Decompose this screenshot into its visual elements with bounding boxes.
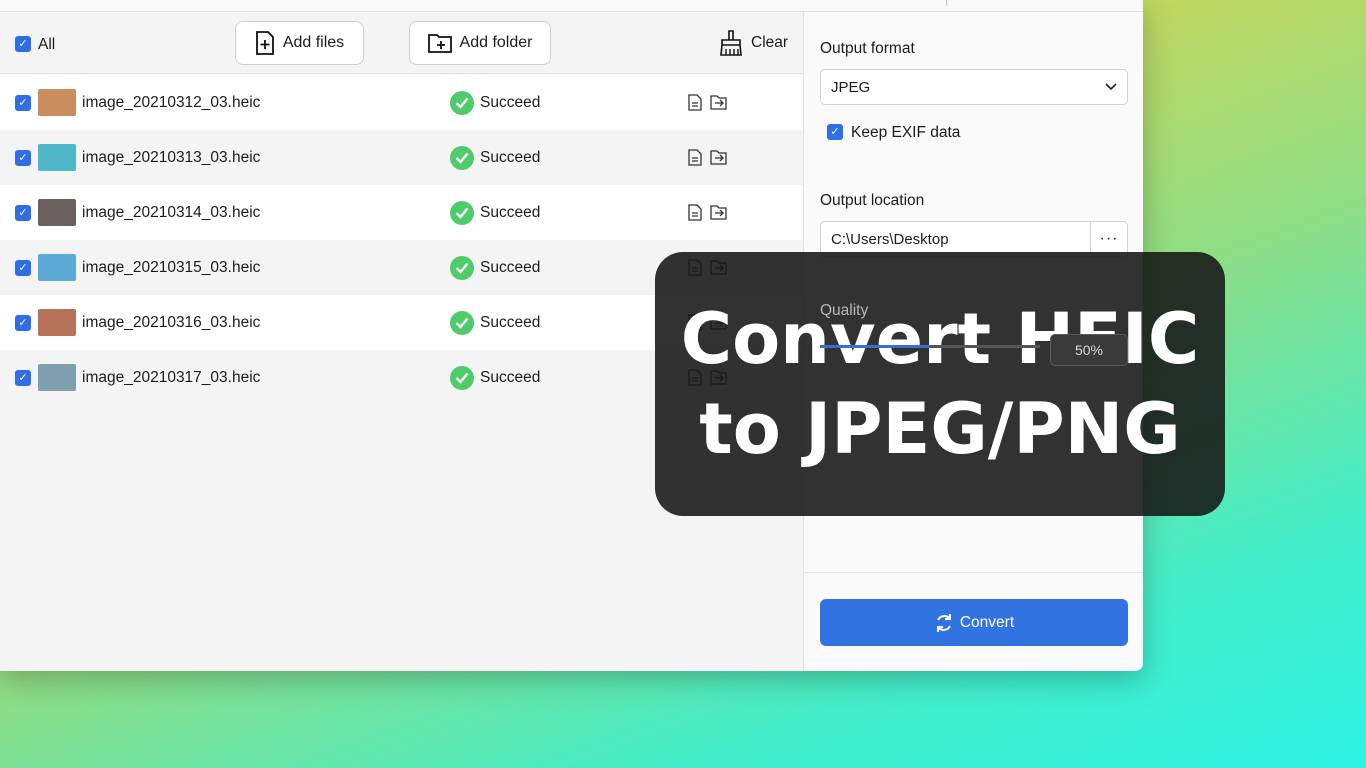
- divider: [804, 572, 1143, 573]
- file-thumbnail: [38, 144, 76, 171]
- divider: [946, 0, 947, 6]
- status-label: Succeed: [480, 148, 541, 166]
- check-circle-icon: [450, 255, 474, 280]
- status-label: Succeed: [480, 258, 541, 276]
- toolbar: ✓ All Add files Add folder Clear: [0, 12, 803, 74]
- file-checkbox[interactable]: ✓: [15, 314, 31, 331]
- status-label: Succeed: [480, 368, 541, 386]
- file-name: image_20210315_03.heic: [82, 258, 261, 276]
- file-thumbnail: [38, 254, 76, 281]
- broom-icon: [720, 30, 742, 56]
- file-checkbox[interactable]: ✓: [15, 149, 31, 166]
- status: Succeed: [450, 200, 541, 225]
- refresh-icon: [936, 613, 951, 632]
- select-all-label: All: [38, 36, 56, 53]
- browse-button[interactable]: ···: [1091, 222, 1127, 256]
- convert-button[interactable]: Convert: [820, 599, 1128, 646]
- check-circle-icon: [450, 90, 474, 115]
- status: Succeed: [450, 310, 541, 335]
- file-name: image_20210316_03.heic: [82, 313, 261, 331]
- file-checkbox[interactable]: ✓: [15, 204, 31, 221]
- file-thumbnail: [38, 89, 76, 116]
- status-label: Succeed: [480, 93, 541, 111]
- banner-line-2: to JPEG/PNG: [699, 388, 1181, 470]
- file-name: image_20210313_03.heic: [82, 148, 261, 166]
- file-icon[interactable]: [688, 204, 702, 221]
- status: Succeed: [450, 255, 541, 280]
- status-label: Succeed: [480, 203, 541, 221]
- quality-label: Quality: [820, 302, 869, 319]
- file-thumbnail: [38, 199, 76, 226]
- keep-exif-checkbox[interactable]: ✓: [827, 124, 843, 140]
- promo-banner: Convert HEIC to JPEG/PNG: [655, 252, 1225, 516]
- file-plus-icon: [255, 31, 274, 55]
- file-thumbnail: [38, 364, 76, 391]
- folder-plus-icon: [427, 34, 452, 53]
- quality-slider-fill: [820, 345, 930, 348]
- status: Succeed: [450, 90, 541, 115]
- file-thumbnail: [38, 309, 76, 336]
- check-circle-icon: [450, 310, 474, 335]
- file-checkbox[interactable]: ✓: [15, 259, 31, 276]
- file-row: ✓ image_20210313_03.heic Succeed: [0, 130, 803, 185]
- add-folder-button[interactable]: Add folder: [409, 21, 551, 65]
- status: Succeed: [450, 145, 541, 170]
- select-all-checkbox[interactable]: ✓: [15, 36, 31, 52]
- add-files-label: Add files: [282, 34, 345, 51]
- check-circle-icon: [450, 365, 474, 390]
- output-format-value: JPEG: [831, 78, 871, 96]
- output-location-input[interactable]: C:\Users\Desktop: [821, 222, 1091, 256]
- title-bar: [0, 0, 1143, 12]
- output-format-select[interactable]: JPEG: [820, 69, 1128, 105]
- file-name: image_20210314_03.heic: [82, 203, 261, 221]
- add-files-button[interactable]: Add files: [235, 21, 364, 65]
- convert-label: Convert: [959, 613, 1015, 631]
- file-checkbox[interactable]: ✓: [15, 369, 31, 386]
- status-label: Succeed: [480, 313, 541, 331]
- clear-label: Clear: [751, 34, 789, 51]
- file-name: image_20210317_03.heic: [82, 368, 261, 386]
- file-icon[interactable]: [688, 94, 702, 111]
- check-circle-icon: [450, 200, 474, 225]
- file-row: ✓ image_20210314_03.heic Succeed: [0, 185, 803, 240]
- file-icon[interactable]: [688, 149, 702, 166]
- status: Succeed: [450, 365, 541, 390]
- add-folder-label: Add folder: [459, 34, 533, 51]
- open-folder-icon[interactable]: [710, 204, 728, 220]
- open-folder-icon[interactable]: [710, 149, 728, 165]
- file-row: ✓ image_20210312_03.heic Succeed: [0, 75, 803, 130]
- clear-button[interactable]: Clear: [719, 30, 788, 56]
- keep-exif-label: Keep EXIF data: [851, 124, 961, 141]
- quality-value-input[interactable]: 50%: [1050, 334, 1128, 366]
- quality-slider[interactable]: [820, 345, 1040, 348]
- output-location-label: Output location: [820, 192, 925, 209]
- file-checkbox[interactable]: ✓: [15, 94, 31, 111]
- file-name: image_20210312_03.heic: [82, 93, 261, 111]
- chevron-down-icon: [1105, 83, 1117, 91]
- open-folder-icon[interactable]: [710, 94, 728, 110]
- output-format-label: Output format: [820, 40, 915, 57]
- check-circle-icon: [450, 145, 474, 170]
